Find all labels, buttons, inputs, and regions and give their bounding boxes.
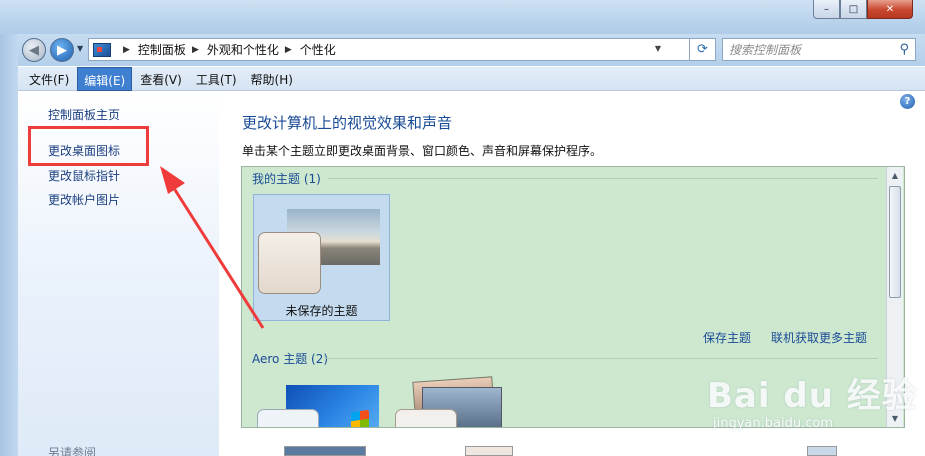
minimize-button[interactable]: – [813,0,840,19]
group-divider [328,178,878,179]
get-more-themes-link[interactable]: 联机获取更多主题 [771,329,867,346]
menu-view[interactable]: 查看(V) [134,67,188,91]
address-dropdown-icon[interactable]: ▼ [655,44,661,53]
close-icon: ✕ [885,3,895,15]
theme-item-unsaved[interactable]: 未保存的主题 [253,194,390,321]
menu-bar: 文件(F) 编辑(E) 查看(V) 工具(T) 帮助(H) [0,67,925,91]
save-theme-link[interactable]: 保存主题 [703,329,751,346]
breadcrumb-appearance[interactable]: 外观和个性化 ▶ [207,41,300,58]
chevron-right-icon[interactable]: ▶ [285,45,292,55]
chevron-right-icon[interactable]: ▶ [192,45,199,55]
scroll-up-icon[interactable]: ▲ [887,167,903,184]
window-left-frame [0,34,18,456]
theme-item-label: 未保存的主题 [285,304,358,318]
scroll-thumb[interactable] [889,186,901,298]
maximize-button[interactable]: □ [840,0,867,19]
recent-pages-dropdown[interactable]: ▼ [77,44,83,53]
back-button[interactable]: ◀ [22,38,46,62]
sidebar-item-mouse-pointers[interactable]: 更改鼠标指针 [48,167,120,184]
address-row: ◀ ▶ ▼ ▶ 控制面板 ▶ 外观和个性化 ▶ 个性化 ▼ ⟳ 搜索控制面板 ⚲ [0,34,925,66]
chevron-right-icon: ▶ [123,44,130,55]
window-controls: – □ ✕ [813,0,913,19]
menu-file[interactable]: 文件(F) [23,67,75,91]
theme-thumbnail[interactable] [807,446,837,456]
forward-arrow-icon: ▶ [57,42,67,58]
watermark-brand: Bai du 经验 [707,376,917,416]
menu-help[interactable]: 帮助(H) [245,67,299,91]
search-placeholder: 搜索控制面板 [729,43,802,57]
aero-themes-heading: Aero 主题 (2) [252,352,329,366]
baidu-watermark: Bai du 经验 jingyan.baidu.com [707,368,917,438]
menu-tools[interactable]: 工具(T) [190,67,243,91]
help-icon[interactable]: ? [900,94,915,109]
theme-thumbnail[interactable] [284,446,366,456]
page-title: 更改计算机上的视觉效果和声音 [242,114,453,132]
sidebar-item-home[interactable]: 控制面板主页 [48,106,120,123]
back-arrow-icon: ◀ [29,42,39,58]
maximize-icon: □ [848,3,859,15]
search-input[interactable]: 搜索控制面板 ⚲ [722,38,916,61]
windows-logo-icon [351,409,369,427]
minimize-icon: – [824,3,829,15]
theme-window-color-thumbnail [257,409,319,427]
search-icon[interactable]: ⚲ [899,42,909,57]
watermark-url: jingyan.baidu.com [713,416,833,431]
menu-edit[interactable]: 编辑(E) [77,67,133,91]
control-panel-icon [93,42,111,57]
breadcrumb-personalization[interactable]: 个性化 [300,41,336,58]
see-also-heading: 另请参阅 [48,446,97,456]
sidebar-item-account-picture[interactable]: 更改帐户图片 [48,191,120,208]
highlight-box [28,126,149,166]
title-bar: – □ ✕ [0,0,925,36]
refresh-icon: ⟳ [697,42,708,57]
page-description: 单击某个主题立即更改桌面背景、窗口颜色、声音和屏幕保护程序。 [242,144,603,158]
theme-window-color-thumbnail [395,409,457,427]
my-themes-heading: 我的主题 (1) [252,172,321,186]
address-bar[interactable]: ▶ 控制面板 ▶ 外观和个性化 ▶ 个性化 ▼ [88,38,690,61]
group-divider [324,358,878,359]
theme-thumbnail[interactable] [465,446,513,456]
breadcrumb-control-panel[interactable]: 控制面板 ▶ [138,41,207,58]
theme-window-color-thumbnail [258,232,321,294]
refresh-button[interactable]: ⟳ [690,38,716,61]
forward-button[interactable]: ▶ [50,38,74,62]
close-button[interactable]: ✕ [867,0,913,19]
